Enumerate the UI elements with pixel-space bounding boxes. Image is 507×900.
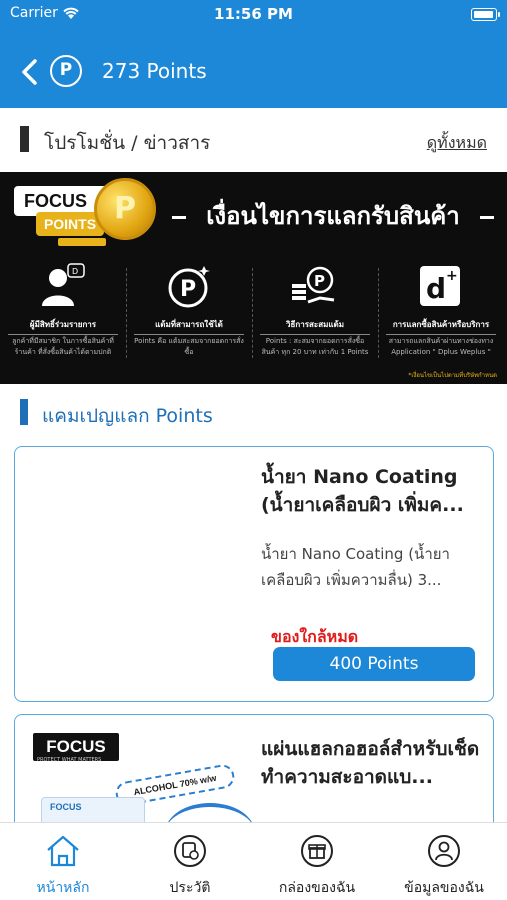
dplus-icon: d + — [420, 266, 460, 306]
section-marker — [20, 126, 29, 152]
points-icon: P — [50, 55, 82, 87]
tab-bar: หน้าหลัก ประวัติ กล่องของฉัน ข้อมูลของฉั… — [0, 822, 507, 900]
status-bar: Carrier 11:56 PM — [0, 0, 507, 30]
tab-label: ข้อมูลของฉัน — [404, 880, 484, 896]
svg-text:P: P — [314, 272, 325, 290]
tab-home[interactable]: หน้าหลัก — [0, 823, 126, 900]
points-icon: P — [168, 266, 210, 308]
redeem-button[interactable]: 400 Points — [273, 647, 475, 681]
banner-note: *เงื่อนไขเป็นไปตามที่บริษัทกำหนด — [408, 372, 497, 379]
tab-history[interactable]: ประวัติ — [127, 823, 253, 900]
reward-card[interactable]: FOCUS PROTECT WHAT MATTERS ALCOHOL 70% w… — [14, 714, 494, 834]
reward-image: FOCUS PROTECT WHAT MATTERS ALCOHOL 70% w… — [15, 715, 255, 833]
banner-column: P วิธีการสะสมแต้ม Points : สะสมจากยอดการ… — [252, 258, 376, 370]
banner-title: เงื่อนไขการแลกรับสินค้า — [206, 202, 460, 230]
tab-label: ประวัติ — [169, 880, 211, 896]
coins-hand-icon: P — [292, 266, 335, 304]
banner-caption: แต้มที่สามารถใช้ได้ — [134, 318, 244, 335]
section-marker — [20, 399, 28, 425]
tab-label: หน้าหลัก — [36, 880, 90, 896]
status-time: 11:56 PM — [214, 5, 293, 23]
coin-icon: P — [94, 178, 156, 240]
logo-subbar — [58, 238, 106, 246]
banner-column: P แต้มที่สามารถใช้ได้ Points คือ แต้มสะส… — [126, 258, 250, 370]
campaign-section-title: แคมเปญแลก Points — [42, 405, 213, 427]
banner-column: D ผู้มีสิทธิ์ร่วมรายการ ลูกค้าที่มีสมาชิ… — [0, 258, 124, 370]
tab-label: กล่องของฉัน — [278, 880, 356, 896]
battery-icon — [471, 8, 500, 21]
profile-icon — [428, 835, 460, 867]
reward-title: น้ำยา Nano Coating (น้ำยาเคลือบผิว เพิ่ม… — [261, 466, 464, 516]
banner-caption: การแลกซื้อสินค้าหรือบริการ — [386, 318, 496, 335]
home-icon — [47, 835, 79, 867]
pack-brand: FOCUS — [50, 802, 82, 812]
campaign-section-header: แคมเปญแลก Points — [0, 396, 507, 432]
svg-text:d: d — [426, 272, 446, 305]
svg-text:+: + — [446, 268, 458, 284]
svg-text:P: P — [180, 277, 196, 302]
history-icon — [174, 835, 206, 867]
banner-desc: Points : สะสมจากยอดการสั่งซื้อสินค้า ทุก… — [261, 337, 369, 356]
promo-section-title: โปรโมชั่น / ข่าวสาร — [44, 132, 211, 154]
promo-banner[interactable]: FOCUS POINTS P เงื่อนไขการแลกรับสินค้า D… — [0, 172, 507, 384]
tab-my-box[interactable]: กล่องของฉัน — [254, 823, 380, 900]
see-all-link[interactable]: ดูทั้งหมด — [427, 131, 487, 156]
banner-desc: ลูกค้าที่มีสมาชิก ในการซื้อสินค้าที่ร้าน… — [12, 337, 114, 356]
user-icon: D — [42, 263, 85, 306]
svg-text:D: D — [72, 267, 78, 276]
banner-caption: ผู้มีสิทธิ์ร่วมรายการ — [8, 318, 118, 335]
banner-desc: Points คือ แต้มสะสมจากยอดการสั่งซื้อ — [134, 337, 244, 356]
reward-description: น้ำยา Nano Coating (น้ำยาเคลือบผิว เพิ่ม… — [261, 545, 450, 589]
title-dash-right — [480, 216, 494, 219]
tab-my-profile[interactable]: ข้อมูลของฉัน — [381, 823, 507, 900]
page-title: 273 Points — [102, 59, 207, 83]
logo-tagline: PROTECT WHAT MATTERS — [37, 757, 102, 763]
banner-caption: วิธีการสะสมแต้ม — [260, 318, 370, 335]
promo-section-header: โปรโมชั่น / ข่าวสาร ดูทั้งหมด — [0, 122, 507, 160]
reward-card[interactable]: น้ำยา Nano Coating (น้ำยาเคลือบผิว เพิ่ม… — [14, 446, 494, 702]
gift-box-icon — [301, 835, 333, 867]
banner-desc: สามารถแลกสินค้าผ่านทางช่องทาง Applicatio… — [388, 337, 494, 356]
banner-column: d + การแลกซื้อสินค้าหรือบริการ สามารถแลก… — [378, 258, 502, 370]
back-arrow-icon[interactable] — [18, 58, 42, 86]
top-bar: Carrier 11:56 PM P 273 Points — [0, 0, 507, 108]
reward-title: แผ่นแฮลกอฮอล์สำหรับเช็ดทำความสะอาดแบ... — [261, 738, 480, 788]
